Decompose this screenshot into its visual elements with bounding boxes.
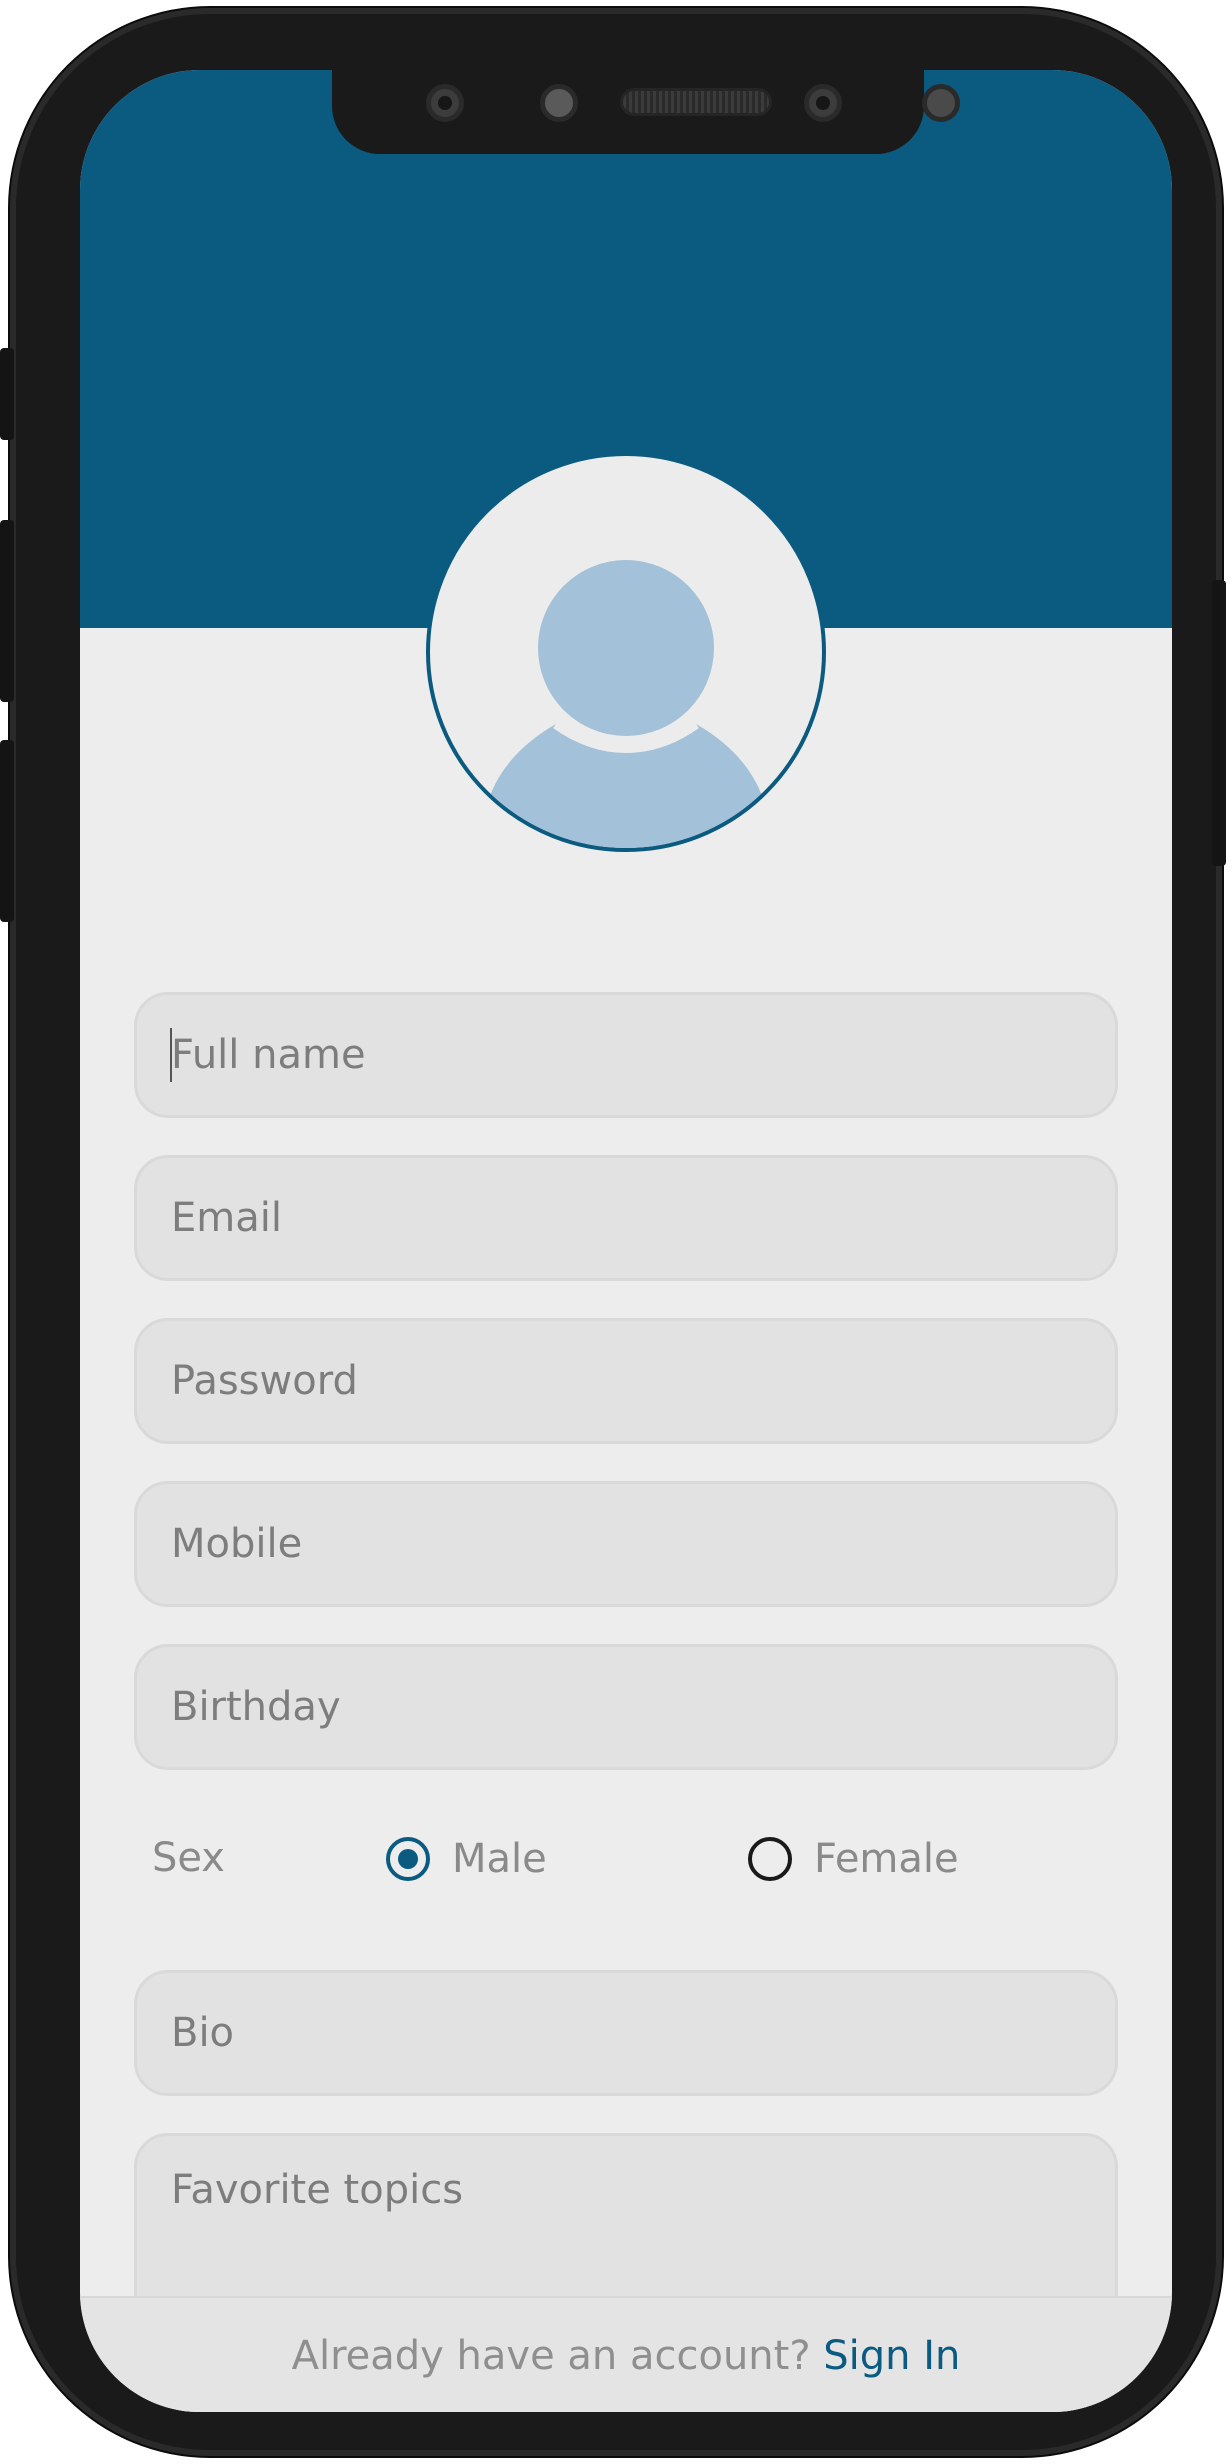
full-name-input[interactable]: [134, 992, 1118, 1118]
sign-in-footer: Already have an account? Sign In: [80, 2296, 1172, 2412]
mobile-input[interactable]: [134, 1481, 1118, 1607]
camera-icon: [426, 84, 464, 122]
radio-unchecked-icon[interactable]: [748, 1837, 792, 1881]
camera-icon: [804, 84, 842, 122]
sex-option-label: Female: [814, 1836, 959, 1882]
device-notch: [332, 70, 960, 154]
sensor-icon: [922, 84, 960, 122]
bio-input[interactable]: [134, 1970, 1118, 2096]
email-input[interactable]: [134, 1155, 1118, 1281]
birthday-input[interactable]: [134, 1644, 1118, 1770]
text-caret: [170, 1028, 172, 1082]
radio-checked-icon[interactable]: [386, 1837, 430, 1881]
speaker-grille: [620, 88, 772, 116]
sex-option-female[interactable]: Female: [748, 1836, 959, 1882]
mute-switch: [0, 348, 14, 440]
sex-label: Sex: [152, 1835, 225, 1881]
footer-prompt: Already have an account?: [291, 2333, 824, 2379]
sex-option-label: Male: [452, 1836, 547, 1882]
sensor-icon: [540, 84, 578, 122]
profile-avatar[interactable]: [426, 452, 826, 852]
sign-in-link[interactable]: Sign In: [823, 2333, 960, 2379]
volume-up-button: [0, 520, 14, 702]
phone-frame: Sex Male Female Already have an account?…: [0, 8, 1226, 2456]
sex-option-male[interactable]: Male: [386, 1836, 547, 1882]
password-input[interactable]: [134, 1318, 1118, 1444]
power-button: [1212, 580, 1226, 866]
user-silhouette-icon: [486, 560, 766, 848]
app-screen: Sex Male Female Already have an account?…: [80, 70, 1172, 2412]
volume-down-button: [0, 740, 14, 922]
